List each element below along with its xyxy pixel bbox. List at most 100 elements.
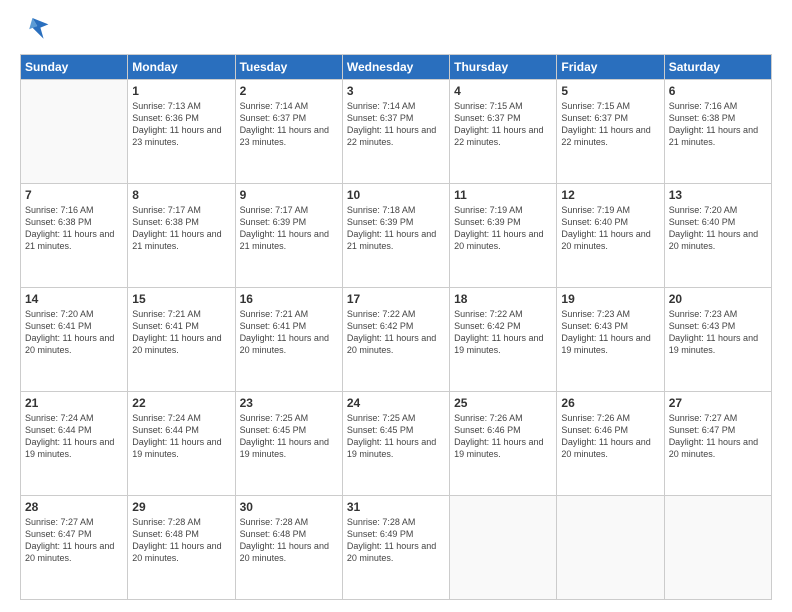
calendar-cell: 25 Sunrise: 7:26 AMSunset: 6:46 PMDayligh… — [450, 392, 557, 496]
week-row-4: 28Sunrise: 7:27 AMSunset: 6:47 PMDayligh… — [21, 496, 772, 600]
cell-details: Sunrise: 7:25 AMSunset: 6:45 PMDaylight:… — [347, 412, 445, 461]
weekday-header-tuesday: Tuesday — [235, 55, 342, 80]
calendar-cell: 3 Sunrise: 7:14 AMSunset: 6:37 PMDaylight… — [342, 80, 449, 184]
day-number: 31 — [347, 500, 445, 514]
calendar-cell: 12 Sunrise: 7:19 AMSunset: 6:40 PMDayligh… — [557, 184, 664, 288]
cell-details: Sunrise: 7:28 AMSunset: 6:48 PMDaylight:… — [240, 516, 338, 565]
day-number: 4 — [454, 84, 552, 98]
day-number: 3 — [347, 84, 445, 98]
cell-details: Sunrise: 7:23 AMSunset: 6:43 PMDaylight:… — [561, 308, 659, 357]
calendar-cell: 14 Sunrise: 7:20 AMSunset: 6:41 PMDayligh… — [21, 288, 128, 392]
calendar-cell: 27Sunrise: 7:27 AMSunset: 6:47 PMDayligh… — [664, 392, 771, 496]
day-number: 20 — [669, 292, 767, 306]
calendar-cell: 7 Sunrise: 7:16 AMSunset: 6:38 PMDaylight… — [21, 184, 128, 288]
calendar-cell: 24 Sunrise: 7:25 AMSunset: 6:45 PMDayligh… — [342, 392, 449, 496]
cell-details: Sunrise: 7:18 AMSunset: 6:39 PMDaylight:… — [347, 204, 445, 253]
logo — [20, 16, 50, 44]
calendar-cell: 15Sunrise: 7:21 AMSunset: 6:41 PMDayligh… — [128, 288, 235, 392]
weekday-header-friday: Friday — [557, 55, 664, 80]
day-number: 12 — [561, 188, 659, 202]
cell-details: Sunrise: 7:17 AMSunset: 6:39 PMDaylight:… — [240, 204, 338, 253]
day-number: 18 — [454, 292, 552, 306]
cell-details: Sunrise: 7:20 AMSunset: 6:40 PMDaylight:… — [669, 204, 767, 253]
calendar-cell: 30 Sunrise: 7:28 AMSunset: 6:48 PMDayligh… — [235, 496, 342, 600]
cell-details: Sunrise: 7:21 AMSunset: 6:41 PMDaylight:… — [132, 308, 230, 357]
cell-details: Sunrise: 7:20 AMSunset: 6:41 PMDaylight:… — [25, 308, 123, 357]
calendar-cell — [557, 496, 664, 600]
calendar-cell: 8Sunrise: 7:17 AMSunset: 6:38 PMDaylight… — [128, 184, 235, 288]
cell-details: Sunrise: 7:13 AMSunset: 6:36 PMDaylight:… — [132, 100, 230, 149]
calendar-cell: 31 Sunrise: 7:28 AMSunset: 6:49 PMDayligh… — [342, 496, 449, 600]
calendar-cell: 21 Sunrise: 7:24 AMSunset: 6:44 PMDayligh… — [21, 392, 128, 496]
day-number: 25 — [454, 396, 552, 410]
calendar-cell: 22 Sunrise: 7:24 AMSunset: 6:44 PMDayligh… — [128, 392, 235, 496]
cell-details: Sunrise: 7:22 AMSunset: 6:42 PMDaylight:… — [347, 308, 445, 357]
day-number: 27 — [669, 396, 767, 410]
weekday-header-saturday: Saturday — [664, 55, 771, 80]
calendar-cell: 23 Sunrise: 7:25 AMSunset: 6:45 PMDayligh… — [235, 392, 342, 496]
cell-details: Sunrise: 7:14 AMSunset: 6:37 PMDaylight:… — [240, 100, 338, 149]
week-row-2: 14 Sunrise: 7:20 AMSunset: 6:41 PMDayligh… — [21, 288, 772, 392]
calendar-cell: 26 Sunrise: 7:26 AMSunset: 6:46 PMDayligh… — [557, 392, 664, 496]
day-number: 10 — [347, 188, 445, 202]
calendar-cell: 28Sunrise: 7:27 AMSunset: 6:47 PMDayligh… — [21, 496, 128, 600]
cell-details: Sunrise: 7:19 AMSunset: 6:40 PMDaylight:… — [561, 204, 659, 253]
calendar-cell: 10 Sunrise: 7:18 AMSunset: 6:39 PMDayligh… — [342, 184, 449, 288]
calendar-cell: 18 Sunrise: 7:22 AMSunset: 6:42 PMDayligh… — [450, 288, 557, 392]
calendar-cell — [21, 80, 128, 184]
calendar-cell: 1 Sunrise: 7:13 AMSunset: 6:36 PMDaylight… — [128, 80, 235, 184]
day-number: 29 — [132, 500, 230, 514]
cell-details: Sunrise: 7:14 AMSunset: 6:37 PMDaylight:… — [347, 100, 445, 149]
cell-details: Sunrise: 7:22 AMSunset: 6:42 PMDaylight:… — [454, 308, 552, 357]
calendar-cell: 6Sunrise: 7:16 AMSunset: 6:38 PMDaylight… — [664, 80, 771, 184]
calendar-cell: 9 Sunrise: 7:17 AMSunset: 6:39 PMDaylight… — [235, 184, 342, 288]
day-number: 26 — [561, 396, 659, 410]
calendar-table: SundayMondayTuesdayWednesdayThursdayFrid… — [20, 54, 772, 600]
cell-details: Sunrise: 7:28 AMSunset: 6:48 PMDaylight:… — [132, 516, 230, 565]
cell-details: Sunrise: 7:26 AMSunset: 6:46 PMDaylight:… — [454, 412, 552, 461]
day-number: 16 — [240, 292, 338, 306]
cell-details: Sunrise: 7:17 AMSunset: 6:38 PMDaylight:… — [132, 204, 230, 253]
cell-details: Sunrise: 7:16 AMSunset: 6:38 PMDaylight:… — [669, 100, 767, 149]
cell-details: Sunrise: 7:27 AMSunset: 6:47 PMDaylight:… — [25, 516, 123, 565]
day-number: 30 — [240, 500, 338, 514]
day-number: 19 — [561, 292, 659, 306]
weekday-header-monday: Monday — [128, 55, 235, 80]
cell-details: Sunrise: 7:21 AMSunset: 6:41 PMDaylight:… — [240, 308, 338, 357]
day-number: 21 — [25, 396, 123, 410]
calendar-cell: 11Sunrise: 7:19 AMSunset: 6:39 PMDayligh… — [450, 184, 557, 288]
cell-details: Sunrise: 7:26 AMSunset: 6:46 PMDaylight:… — [561, 412, 659, 461]
day-number: 17 — [347, 292, 445, 306]
day-number: 1 — [132, 84, 230, 98]
page: SundayMondayTuesdayWednesdayThursdayFrid… — [0, 0, 792, 612]
day-number: 24 — [347, 396, 445, 410]
calendar-cell: 5 Sunrise: 7:15 AMSunset: 6:37 PMDaylight… — [557, 80, 664, 184]
day-number: 2 — [240, 84, 338, 98]
cell-details: Sunrise: 7:16 AMSunset: 6:38 PMDaylight:… — [25, 204, 123, 253]
day-number: 5 — [561, 84, 659, 98]
day-number: 22 — [132, 396, 230, 410]
calendar-cell: 13Sunrise: 7:20 AMSunset: 6:40 PMDayligh… — [664, 184, 771, 288]
calendar-cell: 17 Sunrise: 7:22 AMSunset: 6:42 PMDayligh… — [342, 288, 449, 392]
cell-details: Sunrise: 7:25 AMSunset: 6:45 PMDaylight:… — [240, 412, 338, 461]
day-number: 14 — [25, 292, 123, 306]
calendar-cell: 16 Sunrise: 7:21 AMSunset: 6:41 PMDayligh… — [235, 288, 342, 392]
cell-details: Sunrise: 7:15 AMSunset: 6:37 PMDaylight:… — [561, 100, 659, 149]
cell-details: Sunrise: 7:15 AMSunset: 6:37 PMDaylight:… — [454, 100, 552, 149]
calendar-cell: 4 Sunrise: 7:15 AMSunset: 6:37 PMDaylight… — [450, 80, 557, 184]
day-number: 9 — [240, 188, 338, 202]
weekday-header-thursday: Thursday — [450, 55, 557, 80]
cell-details: Sunrise: 7:19 AMSunset: 6:39 PMDaylight:… — [454, 204, 552, 253]
cell-details: Sunrise: 7:28 AMSunset: 6:49 PMDaylight:… — [347, 516, 445, 565]
calendar-cell — [664, 496, 771, 600]
logo-bird-icon — [26, 16, 50, 44]
week-row-3: 21 Sunrise: 7:24 AMSunset: 6:44 PMDayligh… — [21, 392, 772, 496]
day-number: 7 — [25, 188, 123, 202]
day-number: 23 — [240, 396, 338, 410]
cell-details: Sunrise: 7:24 AMSunset: 6:44 PMDaylight:… — [132, 412, 230, 461]
calendar-cell: 19 Sunrise: 7:23 AMSunset: 6:43 PMDayligh… — [557, 288, 664, 392]
cell-details: Sunrise: 7:24 AMSunset: 6:44 PMDaylight:… — [25, 412, 123, 461]
calendar-cell: 29 Sunrise: 7:28 AMSunset: 6:48 PMDayligh… — [128, 496, 235, 600]
header — [20, 16, 772, 44]
weekday-header-row: SundayMondayTuesdayWednesdayThursdayFrid… — [21, 55, 772, 80]
